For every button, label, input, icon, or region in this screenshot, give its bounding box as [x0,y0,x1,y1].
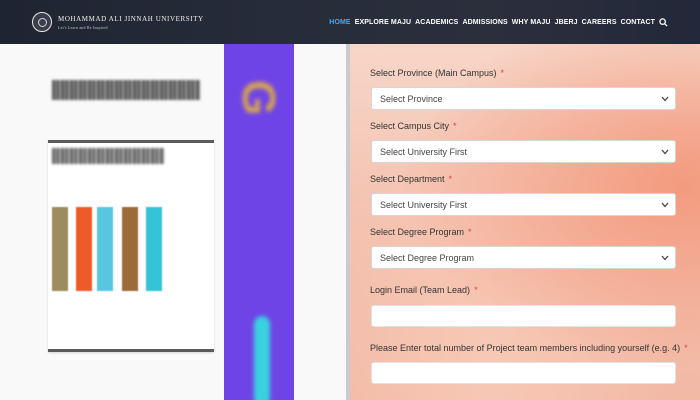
department-label: Select Department * [370,174,452,184]
search-icon[interactable] [659,17,668,27]
nav-why-maju[interactable]: WHY MAJU [512,19,551,26]
department-select-value: Select University First [380,199,468,210]
province-label-text: Select Province (Main Campus) [370,68,497,78]
required-mark: * [468,227,472,237]
login-email-label: Login Email (Team Lead) * [370,285,478,295]
nav-careers[interactable]: CAREERS [582,19,617,26]
promo-tile [97,207,113,291]
banner-decoration [254,316,270,400]
university-seal-icon [32,12,52,32]
google-logo-blurred: G [233,80,285,112]
degree-program-select-value: Select Degree Program [380,252,475,263]
team-members-label-text: Please Enter total number of Project tea… [370,343,681,353]
chevron-down-icon [661,149,669,155]
required-mark: * [684,343,688,353]
promo-tile [122,207,138,291]
nav-academics[interactable]: ACADEMICS [415,19,458,26]
campus-city-label: Select Campus City * [370,121,457,131]
campus-city-label-text: Select Campus City [370,121,450,131]
nav-contact[interactable]: CONTACT [621,19,655,26]
degree-program-label: Select Degree Program * [370,227,472,237]
promo-tile [76,207,92,291]
logo-text: MOHAMMAD ALI JINNAH UNIVERSITY Let's Lea… [58,15,204,30]
blurred-subheading-image [52,148,164,164]
nav-explore-maju[interactable]: EXPLORE MAJU [355,19,411,26]
province-select-value: Select Province [380,93,443,104]
province-label: Select Province (Main Campus) * [370,68,504,78]
campus-city-select-value: Select University First [380,146,468,157]
main-nav: HOME EXPLORE MAJU ACADEMICS ADMISSIONS W… [325,0,668,44]
nav-jberj[interactable]: JBERJ [555,19,578,26]
campus-city-select[interactable]: Select University First [371,140,676,163]
nav-home[interactable]: HOME [329,19,350,26]
department-select[interactable]: Select University First [371,193,676,216]
google-banner-image: G [224,44,294,400]
required-mark: * [500,68,505,78]
chevron-down-icon [661,202,669,208]
degree-program-select[interactable]: Select Degree Program [371,246,676,269]
logo-subtitle: Let's Learn and Be Inspired [58,24,108,30]
blurred-promo-card [48,140,214,352]
required-mark: * [474,285,478,295]
province-select[interactable]: Select Province [371,87,676,110]
promo-tile [52,207,68,291]
required-mark: * [448,174,453,184]
login-email-field[interactable] [371,305,676,327]
team-members-field[interactable] [371,362,676,384]
logo-title: MOHAMMAD ALI JINNAH UNIVERSITY [58,14,204,23]
promo-tile [146,207,162,291]
registration-form: Select Province (Main Campus) * Select Pr… [350,44,700,400]
site-header: MOHAMMAD ALI JINNAH UNIVERSITY Let's Lea… [0,0,700,44]
chevron-down-icon [661,96,669,102]
degree-program-label-text: Select Degree Program [370,227,465,237]
department-label-text: Select Department [370,174,445,184]
team-members-label: Please Enter total number of Project tea… [370,343,688,353]
nav-admissions[interactable]: ADMISSIONS [462,19,507,26]
required-mark: * [453,121,457,131]
login-email-label-text: Login Email (Team Lead) [370,285,471,295]
university-logo[interactable]: MOHAMMAD ALI JINNAH UNIVERSITY Let's Lea… [32,12,204,32]
chevron-down-icon [661,255,669,261]
blurred-heading-image [52,80,200,100]
